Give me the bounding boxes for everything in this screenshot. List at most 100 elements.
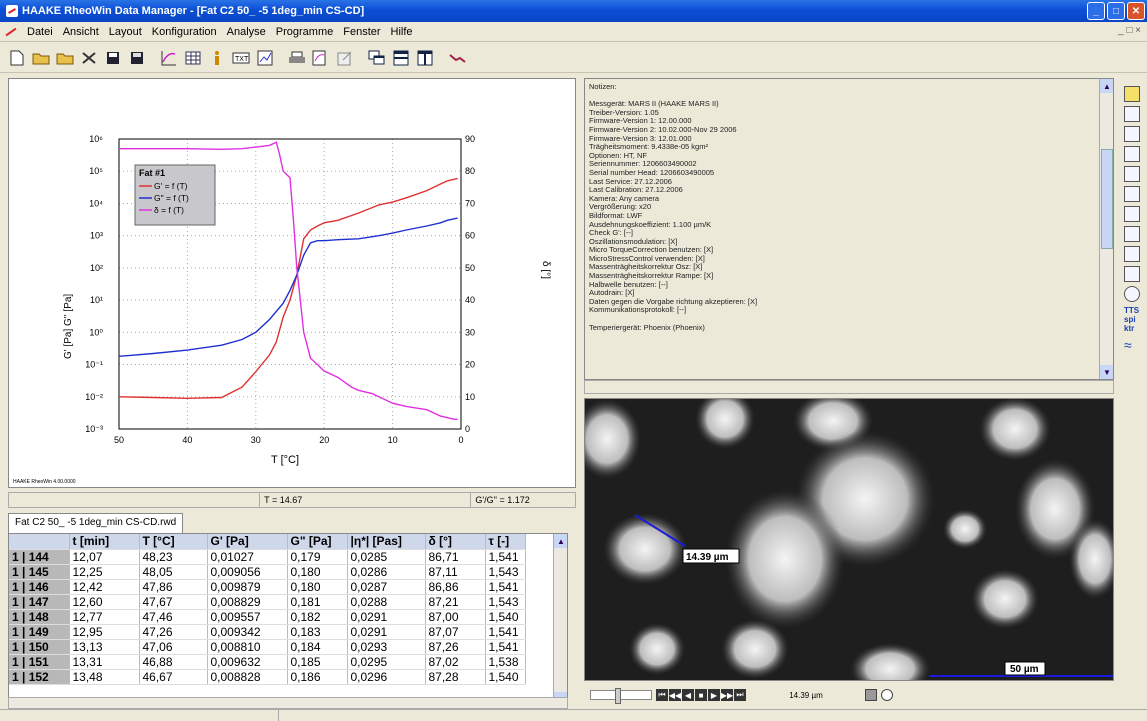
stop-icon[interactable]: ■	[695, 689, 707, 701]
table-cell: 0,0288	[347, 594, 426, 610]
label-icon[interactable]: TXT	[230, 47, 252, 69]
table-cell: 13,48	[69, 669, 140, 685]
close-button[interactable]: ✕	[1127, 2, 1145, 20]
step-back-icon[interactable]: ◀	[682, 689, 694, 701]
wave-icon[interactable]: ≈	[1124, 337, 1140, 353]
table-row[interactable]: 1 | 149 12,95 47,26 0,009342 0,183 0,0291 87,0…	[9, 624, 526, 640]
table-horizontal-scrollbar[interactable]	[8, 697, 568, 709]
table-row[interactable]: 1 | 150 13,13 47,06 0,008810 0,184 0,0293 87,2…	[9, 639, 526, 655]
fit-curve-icon[interactable]	[1124, 106, 1140, 122]
first-frame-icon[interactable]: ⏮	[656, 689, 668, 701]
crossover-icon[interactable]	[1124, 206, 1140, 222]
column-header[interactable]: δ [°]	[425, 534, 486, 550]
model-icon[interactable]	[1124, 266, 1140, 282]
menu-konfiguration[interactable]: Konfiguration	[147, 26, 222, 38]
notes-pane[interactable]: Notizen: Messgerät: MARS II (HAAKE MARS …	[584, 78, 1114, 380]
table-row[interactable]: 1 | 151 13,31 46,88 0,009632 0,185 0,0295 87,0…	[9, 654, 526, 670]
view-circle-icon[interactable]	[881, 689, 893, 701]
menu-analyse[interactable]: Analyse	[222, 26, 271, 38]
column-header[interactable]: G' [Pa]	[207, 534, 288, 550]
view-square-icon[interactable]	[865, 689, 877, 701]
table-row[interactable]: 1 | 145 12,25 48,05 0,009056 0,180 0,0286 87,1…	[9, 564, 526, 580]
smooth-icon[interactable]	[1124, 246, 1140, 262]
scroll-down-icon[interactable]: ▼	[1100, 365, 1113, 379]
new-file-icon[interactable]	[6, 47, 28, 69]
slope-icon[interactable]	[1124, 166, 1140, 182]
menu-ansicht[interactable]: Ansicht	[58, 26, 104, 38]
curve-icon[interactable]	[158, 47, 180, 69]
series-gdoubleprime-line[interactable]	[118, 217, 458, 357]
data-table[interactable]: t [min] T [°C] G' [Pa] G" [Pa] |η*| [Pas] δ […	[8, 533, 568, 707]
table-row[interactable]: 1 | 146 12,42 47,86 0,009879 0,180 0,0287 86,8…	[9, 579, 526, 595]
menu-programme[interactable]: Programme	[271, 26, 338, 38]
column-header[interactable]: τ [-]	[485, 534, 526, 550]
rheology-chart[interactable]: 10⁻³ 10⁻² 10⁻¹ 10⁰ 10¹ 10² 10³ 10⁴ 10⁵ 10⁶ 0 10 20 30…	[9, 79, 575, 487]
chart-pane[interactable]: 10⁻³ 10⁻² 10⁻¹ 10⁰ 10¹ 10² 10³ 10⁴ 10⁵ 10⁶ 0 10 20 30…	[8, 78, 576, 488]
cascade-windows-icon[interactable]	[366, 47, 388, 69]
x-tick-label: 0	[458, 435, 463, 445]
eval-icon[interactable]	[1124, 86, 1140, 102]
frame-slider[interactable]	[590, 688, 652, 704]
scroll-up-icon[interactable]: ▲	[554, 534, 567, 548]
rheology-icon[interactable]	[446, 47, 468, 69]
menu-fenster[interactable]: Fenster	[338, 26, 385, 38]
chart-footer: HAAKE RheoWin 4.00.0000	[13, 479, 76, 485]
open-folder-icon[interactable]	[30, 47, 52, 69]
menu-layout[interactable]: Layout	[104, 26, 147, 38]
table-row[interactable]: 1 | 147 12,60 47,67 0,008829 0,181 0,0288 87,2…	[9, 594, 526, 610]
save-all-icon[interactable]	[126, 47, 148, 69]
table-cell: 1,541	[485, 639, 526, 655]
table-row[interactable]: 1 | 144 12,07 48,23 0,01027 0,179 0,0285 86,71…	[9, 549, 526, 565]
chart-edit-icon[interactable]	[254, 47, 276, 69]
notes-vertical-scrollbar[interactable]: ▲ ▼	[1099, 79, 1113, 379]
print-preview-icon[interactable]	[310, 47, 332, 69]
scroll-up-icon[interactable]: ▲	[1100, 79, 1113, 93]
print-icon[interactable]	[286, 47, 308, 69]
minimize-button[interactable]: _	[1087, 2, 1105, 20]
tts-label[interactable]: TTS	[1124, 306, 1147, 315]
x-axis-label: T [°C]	[271, 454, 299, 466]
table-cell: 87,21	[425, 594, 486, 610]
column-header[interactable]: G" [Pa]	[287, 534, 348, 550]
spectrum-label[interactable]: spi ktr	[1124, 315, 1147, 333]
notes-horizontal-scrollbar[interactable]	[584, 380, 1114, 394]
table-cell: 0,009342	[207, 624, 288, 640]
maximize-button[interactable]: □	[1107, 2, 1125, 20]
table-cell: 1,540	[485, 609, 526, 625]
column-header[interactable]: |η*| [Pas]	[347, 534, 426, 550]
fingerprint-icon[interactable]	[1124, 286, 1140, 302]
tile-horizontal-icon[interactable]	[390, 47, 412, 69]
row-header: 1 | 149	[9, 624, 70, 640]
table-vertical-scrollbar[interactable]: ▲ ▼	[553, 534, 567, 706]
tile-vertical-icon[interactable]	[414, 47, 436, 69]
mdi-controls[interactable]: _ □ ×	[1118, 25, 1141, 36]
microscope-image[interactable]: 14.39 µm 50 µm	[584, 398, 1114, 681]
interpolate-icon[interactable]	[1124, 226, 1140, 242]
column-header[interactable]: T [°C]	[139, 534, 208, 550]
save-icon[interactable]	[102, 47, 124, 69]
table-cell: 1,541	[485, 579, 526, 595]
last-frame-icon[interactable]: ⏭	[734, 689, 746, 701]
play-icon[interactable]: ▶	[708, 689, 720, 701]
rewind-icon[interactable]: ◀◀	[669, 689, 681, 701]
column-header[interactable]: t [min]	[69, 534, 140, 550]
export-icon[interactable]	[334, 47, 356, 69]
yield-icon[interactable]	[1124, 186, 1140, 202]
open-folder-alt-icon[interactable]	[54, 47, 76, 69]
fast-forward-icon[interactable]: ▶▶	[721, 689, 733, 701]
notes-scroll-thumb[interactable]	[1101, 149, 1113, 249]
column-header[interactable]	[9, 534, 70, 550]
menu-datei[interactable]: Datei	[22, 26, 58, 38]
table-cell: 0,009557	[207, 609, 288, 625]
table-row[interactable]: 1 | 148 12,77 47,46 0,009557 0,182 0,0291 87,0…	[9, 609, 526, 625]
table-row[interactable]: 1 | 152 13,48 46,67 0,008828 0,186 0,0296 87,2…	[9, 669, 526, 685]
table-icon[interactable]	[182, 47, 204, 69]
title-bar[interactable]: HAAKE RheoWin Data Manager - [Fat C2 50_…	[0, 0, 1147, 22]
file-tab[interactable]: Fat C2 50_ -5 1deg_min CS-CD.rwd	[8, 513, 184, 533]
peak-icon[interactable]	[1124, 126, 1140, 142]
cut-icon[interactable]	[78, 47, 100, 69]
info-icon[interactable]	[206, 47, 228, 69]
y-axis-label-right: δ [°]	[540, 261, 551, 279]
menu-hilfe[interactable]: Hilfe	[386, 26, 418, 38]
linear-fit-icon[interactable]	[1124, 146, 1140, 162]
